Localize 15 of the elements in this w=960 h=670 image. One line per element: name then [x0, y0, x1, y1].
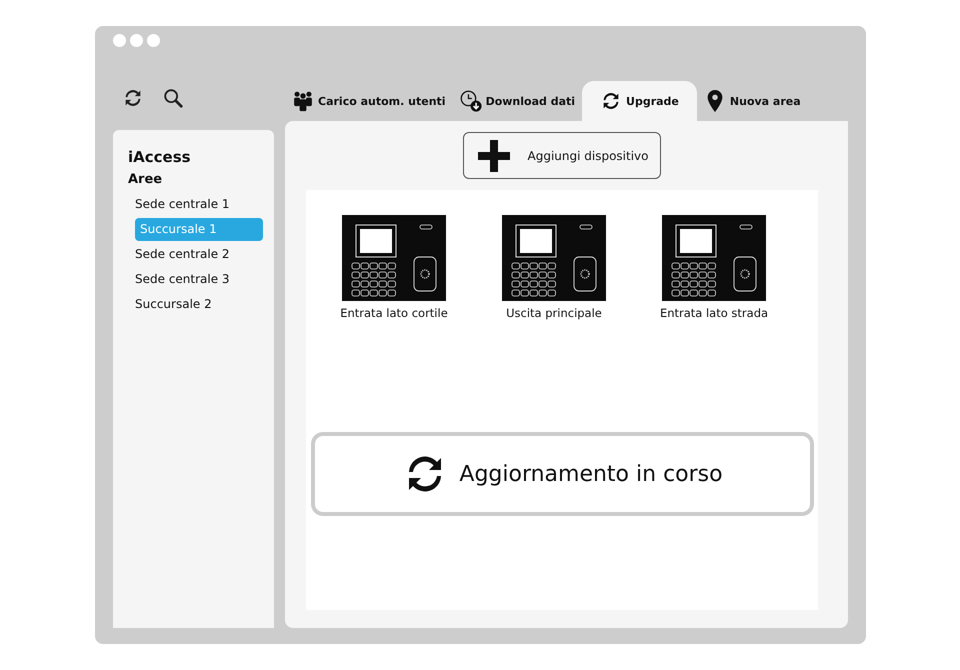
sidebar-item[interactable]: Sede centrale 2	[118, 243, 263, 266]
tab[interactable]: Carico autom. utenti	[285, 81, 453, 121]
app-title: iAccess	[128, 148, 192, 166]
tab[interactable]: Upgrade	[582, 81, 697, 121]
sidebar-item[interactable]: Sede centrale 3	[118, 268, 263, 291]
device-name: Entrata lato strada	[660, 306, 768, 320]
add-device-button[interactable]: Aggiungi dispositivo	[462, 132, 662, 179]
tab[interactable]: Download dati	[452, 81, 582, 121]
section-heading: Aree	[128, 172, 164, 187]
sidebar-item[interactable]: Sede centrale 1	[118, 193, 263, 216]
status-text: Aggiornamento in corso	[459, 462, 723, 486]
device-name: Uscita principale	[506, 306, 602, 320]
device-name: Entrata lato cortile	[340, 306, 448, 320]
sidebar-item[interactable]: Succursale 2	[118, 293, 263, 316]
tab[interactable]: Nuova area	[696, 81, 808, 121]
